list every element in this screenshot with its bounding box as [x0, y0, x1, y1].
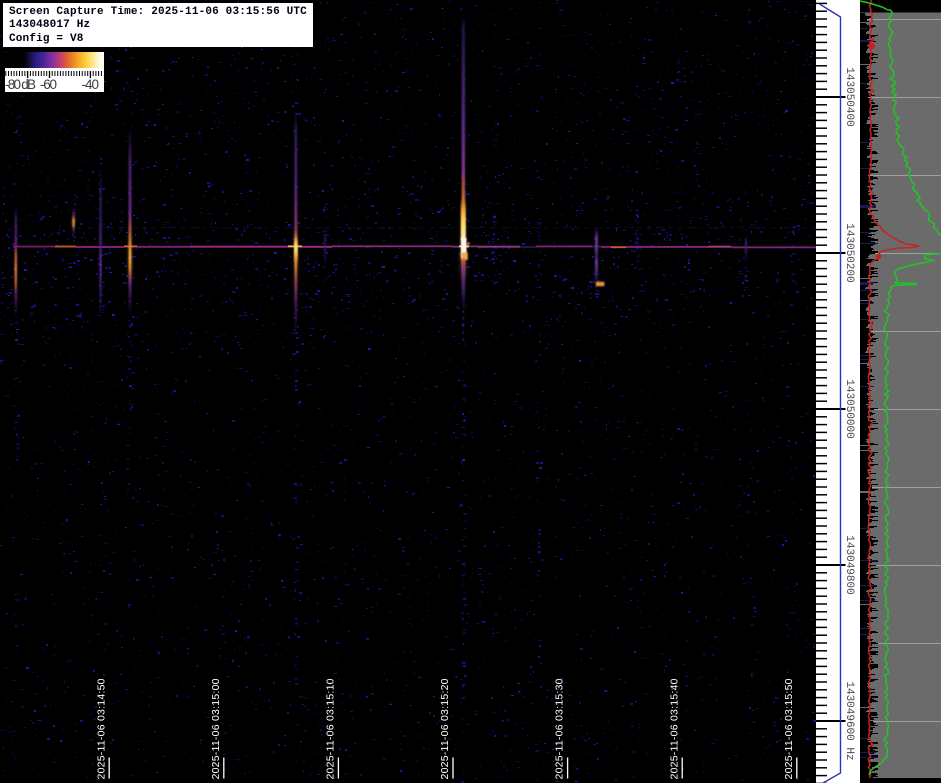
- svg-text:2025-11-06 03:15:00: 2025-11-06 03:15:00: [210, 678, 222, 779]
- svg-text:-80 dB: -80 dB: [5, 78, 36, 92]
- svg-text:-40: -40: [82, 78, 100, 92]
- svg-text:143050200: 143050200: [843, 223, 855, 282]
- svg-text:2025-11-06 03:15:40: 2025-11-06 03:15:40: [668, 678, 680, 779]
- svg-text:2025-11-06 03:15:30: 2025-11-06 03:15:30: [554, 678, 566, 779]
- svg-text:2025-11-06 03:15:20: 2025-11-06 03:15:20: [439, 678, 451, 779]
- svg-text:143050000: 143050000: [843, 379, 855, 438]
- svg-text:2025-11-06 03:15:10: 2025-11-06 03:15:10: [325, 678, 337, 779]
- svg-text:143050400: 143050400: [843, 67, 855, 126]
- svg-text:-60: -60: [40, 78, 57, 92]
- svg-text:143049800: 143049800: [843, 535, 855, 594]
- svg-text:2025-11-06 03:15:50: 2025-11-06 03:15:50: [783, 678, 795, 779]
- svg-text:2025-11-06 03:14:50: 2025-11-06 03:14:50: [95, 678, 107, 779]
- svg-text:143049600 Hz: 143049600 Hz: [843, 681, 855, 760]
